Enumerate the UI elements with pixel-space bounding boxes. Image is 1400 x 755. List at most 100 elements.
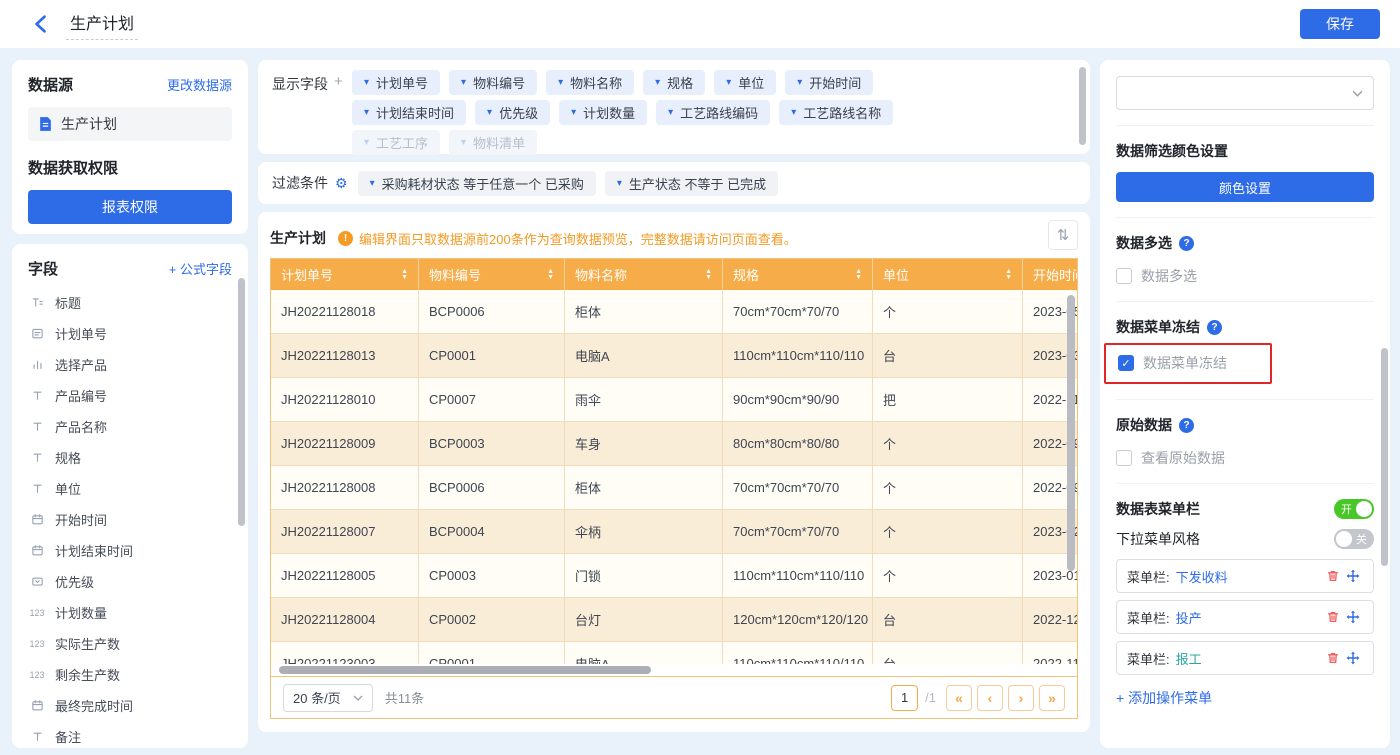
move-menu-button[interactable] [1343,651,1363,665]
field-item[interactable]: 优先级 [28,566,232,597]
menu-bar-item[interactable]: 菜单栏:投产 [1116,600,1374,634]
chevron-down-icon: ▾ [558,77,563,88]
table-cell: 把 [873,378,1023,422]
table-row[interactable]: JH20221128007BCP0004伞柄70cm*70cm*70/70个20… [271,510,1077,554]
field-item[interactable]: 产品编号 [28,380,232,411]
field-item[interactable]: 选择产品 [28,349,232,380]
table-vertical-scrollbar[interactable] [1067,295,1075,571]
menu-freeze-checkbox-row[interactable]: ✓ 数据菜单冻结 [1118,353,1264,373]
permission-title: 数据获取权限 [28,157,232,178]
table-row[interactable]: JH20221128008BCP0006柜体70cm*70cm*70/70个20… [271,466,1077,510]
menu-bar-item[interactable]: 菜单栏:报工 [1116,641,1374,675]
field-item[interactable]: 备注 [28,721,232,748]
field-item[interactable]: 计划单号 [28,318,232,349]
gear-icon[interactable]: ⚙ [335,175,348,192]
sort-arrows-icon[interactable]: ▲▼ [705,269,712,281]
number-icon: 123 [28,639,46,649]
page-size-select[interactable]: 20 条/页 [283,684,373,712]
table-horizontal-scrollbar[interactable] [279,666,651,674]
display-field-chip[interactable]: ▾工艺工序 [352,130,440,155]
current-page-input[interactable]: 1 [891,685,918,711]
add-formula-field-link[interactable]: + 公式字段 [169,259,232,278]
display-field-chip[interactable]: ▾物料编号 [449,70,537,95]
field-item[interactable]: 最终完成时间 [28,690,232,721]
field-item[interactable]: 123实际生产数 [28,628,232,659]
table-row[interactable]: JH20221128013CP0001电脑A110cm*110cm*110/11… [271,334,1077,378]
column-header[interactable]: 单位▲▼ [873,259,1023,290]
chart-icon [28,358,46,371]
column-header[interactable]: 开始时间 [1023,259,1077,290]
sort-arrows-icon[interactable]: ▲▼ [547,269,554,281]
table-row[interactable]: JH20221123003CP0001电脑A110cm*110cm*110/11… [271,642,1077,664]
component-style-select[interactable] [1116,76,1374,110]
field-item[interactable]: 产品名称 [28,411,232,442]
column-header[interactable]: 规格▲▼ [723,259,873,290]
display-panel-scrollbar[interactable] [1079,67,1086,145]
color-settings-button[interactable]: 颜色设置 [1116,172,1374,202]
sort-order-button[interactable]: ⇅ [1048,220,1078,250]
menu-bar-item[interactable]: 菜单栏:下发收料 [1116,559,1374,593]
raw-data-checkbox-row[interactable]: 查看原始数据 [1116,448,1374,468]
field-item[interactable]: 规格 [28,442,232,473]
sort-arrows-icon[interactable]: ▲▼ [1005,269,1012,281]
change-datasource-link[interactable]: 更改数据源 [167,75,232,94]
column-header[interactable]: 计划单号▲▼ [271,259,419,290]
table-menu-toggle-on[interactable]: 开 [1334,499,1374,519]
field-item[interactable]: 计划结束时间 [28,535,232,566]
display-field-chip[interactable]: ▾物料名称 [546,70,634,95]
settings-scrollbar[interactable] [1381,348,1388,566]
table-body: JH20221128018BCP0006柜体70cm*70cm*70/70个20… [271,290,1077,664]
checkbox-unchecked[interactable] [1116,268,1132,284]
save-button[interactable]: 保存 [1300,9,1380,39]
dropdown-style-toggle-off[interactable]: 关 [1334,529,1374,549]
add-action-menu-link[interactable]: + 添加操作菜单 [1116,688,1374,708]
display-field-chip[interactable]: ▾工艺路线名称 [779,100,893,125]
delete-menu-button[interactable] [1323,610,1343,624]
display-field-chip[interactable]: ▾单位 [714,70,776,95]
checkbox-unchecked[interactable] [1116,450,1132,466]
report-permission-button[interactable]: 报表权限 [28,190,232,224]
sort-arrows-icon[interactable]: ▲▼ [855,269,862,281]
multi-select-checkbox-row[interactable]: 数据多选 [1116,266,1374,286]
chevron-down-icon: ▾ [364,77,369,88]
last-page-button[interactable]: » [1039,685,1065,711]
display-field-chip[interactable]: ▾规格 [643,70,705,95]
fields-scrollbar[interactable] [238,278,245,526]
sort-arrows-icon[interactable]: ▲▼ [401,269,408,281]
column-header[interactable]: 物料名称▲▼ [565,259,723,290]
field-item[interactable]: 123剩余生产数 [28,659,232,690]
prev-page-button[interactable]: ‹ [977,685,1003,711]
table-row[interactable]: JH20221128004CP0002台灯120cm*120cm*120/120… [271,598,1077,642]
help-icon[interactable]: ? [1179,418,1194,433]
table-row[interactable]: JH20221128018BCP0006柜体70cm*70cm*70/70个20… [271,290,1077,334]
field-item[interactable]: 单位 [28,473,232,504]
delete-menu-button[interactable] [1323,651,1343,665]
delete-menu-button[interactable] [1323,569,1343,583]
display-field-chip[interactable]: ▾计划数量 [559,100,647,125]
display-field-chip[interactable]: ▾工艺路线编码 [656,100,770,125]
display-field-chip[interactable]: ▾计划单号 [352,70,440,95]
help-icon[interactable]: ? [1207,320,1222,335]
display-field-chip[interactable]: ▾开始时间 [785,70,873,95]
display-field-chip[interactable]: ▾优先级 [475,100,550,125]
next-page-button[interactable]: › [1008,685,1034,711]
checkbox-checked[interactable]: ✓ [1118,355,1134,371]
field-item[interactable]: 开始时间 [28,504,232,535]
move-menu-button[interactable] [1343,610,1363,624]
table-row[interactable]: JH20221128010CP0007雨伞90cm*90cm*90/90把202… [271,378,1077,422]
first-page-button[interactable]: « [946,685,972,711]
datasource-item[interactable]: 生产计划 [28,107,232,141]
field-item[interactable]: 123计划数量 [28,597,232,628]
back-button[interactable] [28,12,52,36]
field-item[interactable]: 标题 [28,287,232,318]
move-menu-button[interactable] [1343,569,1363,583]
display-field-chip[interactable]: ▾物料清单 [449,130,537,155]
column-header[interactable]: 物料编号▲▼ [419,259,565,290]
filter-condition-chip[interactable]: ▾采购耗材状态 等于任意一个 已采购 [358,171,596,196]
table-row[interactable]: JH20221128005CP0003门锁110cm*110cm*110/110… [271,554,1077,598]
add-display-field-button[interactable]: + [334,70,350,90]
table-row[interactable]: JH20221128009BCP0003车身80cm*80cm*80/80个20… [271,422,1077,466]
filter-condition-chip[interactable]: ▾生产状态 不等于 已完成 [605,171,778,196]
display-field-chip[interactable]: ▾计划结束时间 [352,100,466,125]
help-icon[interactable]: ? [1179,236,1194,251]
